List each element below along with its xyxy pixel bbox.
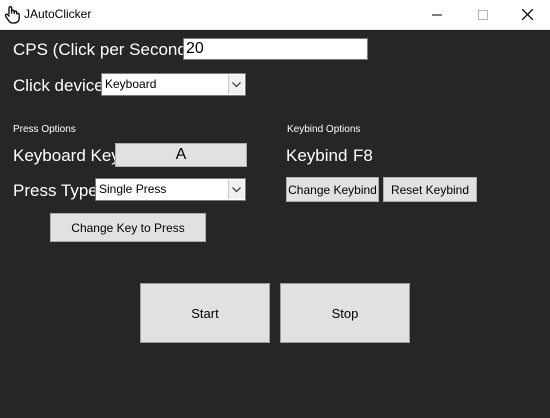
minimize-icon bbox=[432, 14, 442, 15]
hand-pointer-icon bbox=[3, 5, 21, 25]
keybind-options-heading: Keybind Options bbox=[287, 124, 361, 135]
close-icon bbox=[521, 9, 533, 20]
start-button[interactable]: Start bbox=[140, 283, 270, 343]
press-options-heading: Press Options bbox=[13, 124, 76, 135]
click-device-label: Click device bbox=[13, 76, 104, 95]
close-button[interactable] bbox=[504, 0, 550, 29]
app-window: JAutoClicker CPS (Click per Second) 20 C… bbox=[0, 0, 550, 418]
change-keybind-button[interactable]: Change Keybind bbox=[286, 177, 379, 202]
keybind-value: F8 bbox=[353, 146, 373, 165]
press-type-label: Press Type bbox=[13, 181, 98, 200]
press-type-selected: Single Press bbox=[99, 182, 167, 196]
reset-keybind-button[interactable]: Reset Keybind bbox=[383, 177, 477, 202]
click-device-selected: Keyboard bbox=[105, 77, 157, 91]
chevron-down-icon[interactable] bbox=[228, 75, 244, 94]
keybind-label: Keybind bbox=[286, 146, 348, 165]
click-device-select[interactable]: Keyboard bbox=[101, 73, 246, 96]
keyboard-key-value: A bbox=[115, 143, 247, 167]
maximize-button[interactable] bbox=[460, 0, 506, 29]
stop-button[interactable]: Stop bbox=[280, 283, 410, 343]
window-title: JAutoClicker bbox=[24, 7, 92, 21]
cps-input[interactable]: 20 bbox=[183, 38, 368, 60]
cps-label: CPS (Click per Second) bbox=[13, 40, 193, 59]
change-key-button[interactable]: Change Key to Press bbox=[50, 213, 206, 242]
minimize-button[interactable] bbox=[414, 0, 460, 29]
chevron-down-icon[interactable] bbox=[228, 180, 244, 199]
keyboard-key-label: Keyboard Key bbox=[13, 146, 120, 165]
title-bar[interactable]: JAutoClicker bbox=[0, 0, 550, 30]
maximize-icon bbox=[478, 9, 488, 20]
press-type-select[interactable]: Single Press bbox=[95, 178, 246, 201]
